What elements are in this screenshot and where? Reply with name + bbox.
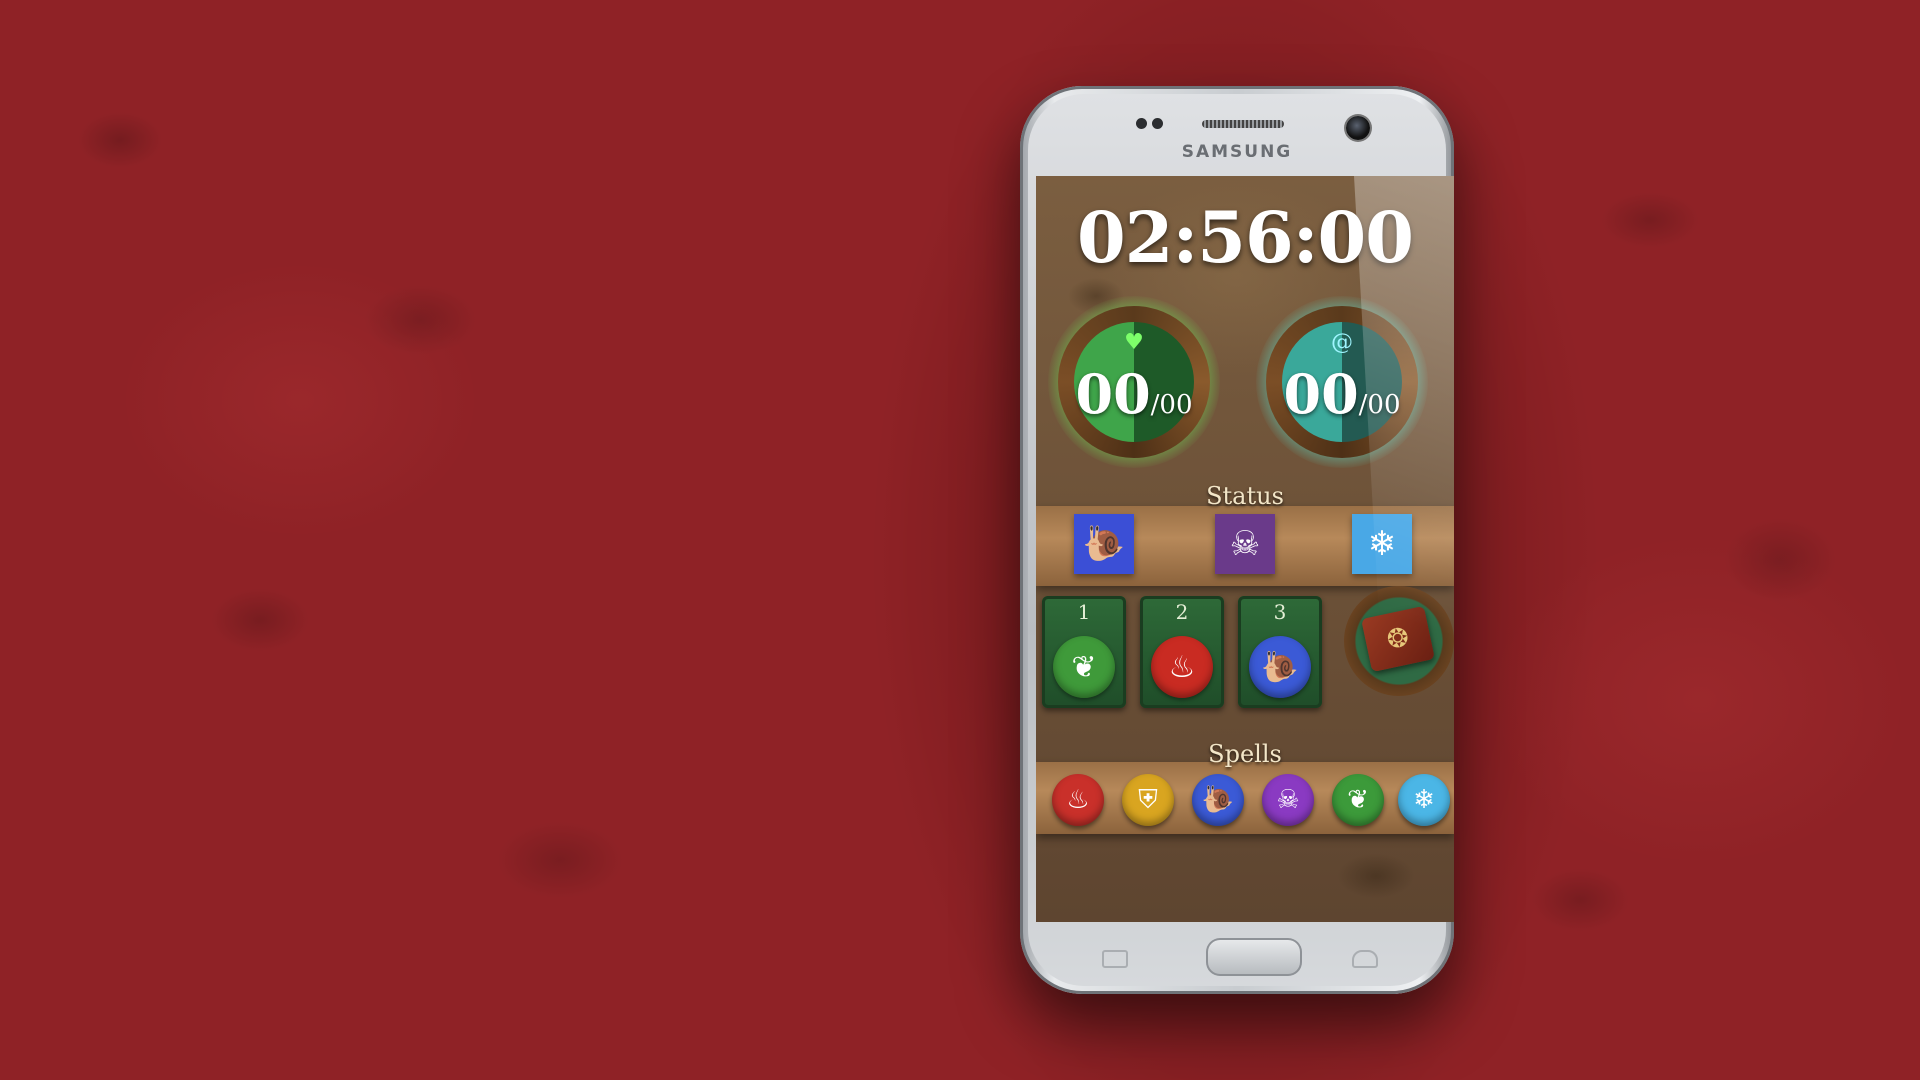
spell-slot-1[interactable]: 1 ❦ xyxy=(1042,596,1126,708)
mana-value: 00/00 xyxy=(1282,362,1402,426)
ice-spell-icon[interactable]: ❄ xyxy=(1398,774,1450,826)
snail-icon: 🐌 xyxy=(1249,636,1311,698)
spiral-icon: @ xyxy=(1331,330,1353,355)
game-screen: 02:56:00 ♥ 00/00 @ 00/00 Status 🐌 ☠ ❄ 1 … xyxy=(1036,176,1454,922)
status-label: Status xyxy=(1206,482,1284,510)
health-value: 00/00 xyxy=(1074,362,1194,426)
sensor-dot xyxy=(1136,118,1147,129)
phone-bezel: SAMSUNG 02:56:00 ♥ 00/00 @ 00/00 Status … xyxy=(1028,94,1454,986)
slot-number: 3 xyxy=(1273,600,1287,624)
snail-spell-icon[interactable]: 🐌 xyxy=(1192,774,1244,826)
earpiece-speaker xyxy=(1202,120,1284,128)
status-skull-icon[interactable]: ☠ xyxy=(1215,514,1275,574)
spells-label: Spells xyxy=(1208,740,1282,768)
leaf-spell-icon[interactable]: ❦ xyxy=(1332,774,1384,826)
mana-core: @ 00/00 xyxy=(1282,322,1402,442)
heart-icon: ♥ xyxy=(1124,330,1144,355)
mana-max: /00 xyxy=(1358,390,1401,420)
health-orb[interactable]: ♥ 00/00 xyxy=(1048,296,1220,468)
recent-apps-key[interactable] xyxy=(1102,950,1128,968)
shield-spell-icon[interactable]: ⛨ xyxy=(1122,774,1174,826)
spell-slot-2[interactable]: 2 ♨ xyxy=(1140,596,1224,708)
health-core: ♥ 00/00 xyxy=(1074,322,1194,442)
slot-number: 2 xyxy=(1175,600,1189,624)
skull-spell-icon[interactable]: ☠ xyxy=(1262,774,1314,826)
front-camera xyxy=(1346,116,1370,140)
home-button[interactable] xyxy=(1206,938,1302,976)
page-background: { "device": { "brand": "SAMSUNG" }, "gam… xyxy=(0,0,1920,1080)
spellbook-icon: ❂ xyxy=(1361,605,1435,673)
spell-slot-3[interactable]: 3 🐌 xyxy=(1238,596,1322,708)
health-current: 00 xyxy=(1075,362,1151,426)
game-timer: 02:56:00 xyxy=(1077,196,1414,279)
fire-spell-icon[interactable]: ♨ xyxy=(1052,774,1104,826)
spellbook-button[interactable]: ❂ xyxy=(1344,586,1454,696)
brand-logo: SAMSUNG xyxy=(1181,142,1293,162)
sensor-dot xyxy=(1152,118,1163,129)
leaf-icon: ❦ xyxy=(1053,636,1115,698)
status-snail-icon[interactable]: 🐌 xyxy=(1074,514,1134,574)
back-key[interactable] xyxy=(1352,950,1378,968)
mana-orb[interactable]: @ 00/00 xyxy=(1256,296,1428,468)
health-max: /00 xyxy=(1150,390,1193,420)
slot-number: 1 xyxy=(1077,600,1091,624)
phone-device: SAMSUNG 02:56:00 ♥ 00/00 @ 00/00 Status … xyxy=(1020,86,1454,994)
status-snowflake-icon[interactable]: ❄ xyxy=(1352,514,1412,574)
fire-icon: ♨ xyxy=(1151,636,1213,698)
mana-current: 00 xyxy=(1283,362,1359,426)
